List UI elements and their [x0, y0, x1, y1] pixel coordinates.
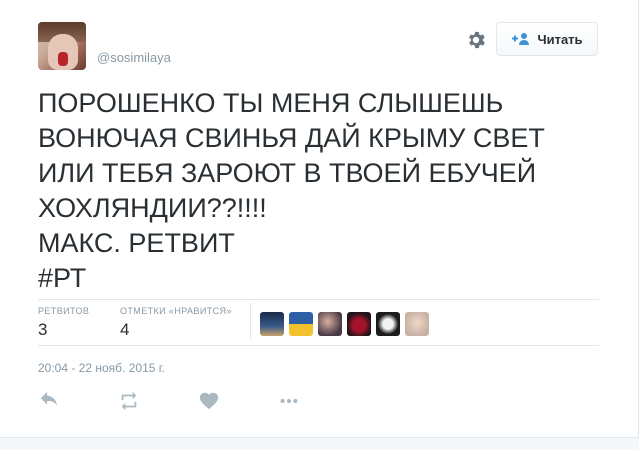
divider: [38, 345, 599, 346]
favoriter-avatar[interactable]: [260, 312, 284, 336]
tweet-line: ВОНЮЧАЯ СВИНЬЯ ДАЙ КРЫМУ СВЕТ: [38, 123, 545, 153]
avatar-detail: [58, 52, 68, 66]
tweet-text: ПОРОШЕНКО ТЫ МЕНЯ СЛЫШЕШЬ ВОНЮЧАЯ СВИНЬЯ…: [38, 86, 608, 296]
hashtag-link[interactable]: #РТ: [38, 261, 608, 296]
tweet-line: ПОРОШЕНКО ТЫ МЕНЯ СЛЫШЕШЬ: [38, 88, 504, 118]
favoriter-avatar[interactable]: [376, 312, 400, 336]
favoriter-avatar[interactable]: [347, 312, 371, 336]
avatar[interactable]: [38, 22, 86, 70]
follow-button-label: Читать: [537, 31, 583, 47]
tweet-card: @sosimilaya Читать ПОРОШЕНКО ТЫ МЕНЯ СЛЫ…: [0, 0, 639, 450]
gear-icon[interactable]: [465, 29, 487, 51]
like-heart-icon[interactable]: [198, 390, 220, 412]
favoriter-avatar[interactable]: [405, 312, 429, 336]
favoriters-list: [260, 312, 429, 336]
tweet-line: ИЛИ ТЕБЯ ЗАРОЮТ В ТВОЕЙ ЕБУЧЕЙ: [38, 158, 537, 188]
retweets-stat[interactable]: РЕТВИТОВ 3: [38, 306, 89, 340]
retweet-icon[interactable]: [118, 390, 140, 412]
follow-button[interactable]: Читать: [496, 22, 598, 56]
divider: [38, 299, 599, 300]
favoriter-avatar[interactable]: [318, 312, 342, 336]
reply-icon[interactable]: [38, 390, 60, 412]
tweet-timestamp[interactable]: 20:04 - 22 нояб. 2015 г.: [38, 361, 165, 375]
likes-count: 4: [120, 320, 130, 339]
more-dots-icon[interactable]: [278, 390, 300, 412]
tweet-line: МАКС. РЕТВИТ: [38, 228, 235, 258]
user-handle[interactable]: @sosimilaya: [97, 50, 171, 65]
stats-separator: [250, 303, 251, 339]
bottom-strip: [0, 437, 639, 450]
follow-person-plus-icon: [512, 33, 530, 45]
retweets-label: РЕТВИТОВ: [38, 306, 90, 316]
tweet-line: ХОХЛЯНДИИ??!!!!: [38, 193, 267, 223]
retweets-count: 3: [38, 320, 48, 339]
favoriter-avatar[interactable]: [289, 312, 313, 336]
likes-label: ОТМЕТКИ «НРАВИТСЯ»: [120, 306, 232, 316]
tweet-actions: [38, 390, 338, 412]
likes-stat[interactable]: ОТМЕТКИ «НРАВИТСЯ» 4: [120, 306, 232, 340]
